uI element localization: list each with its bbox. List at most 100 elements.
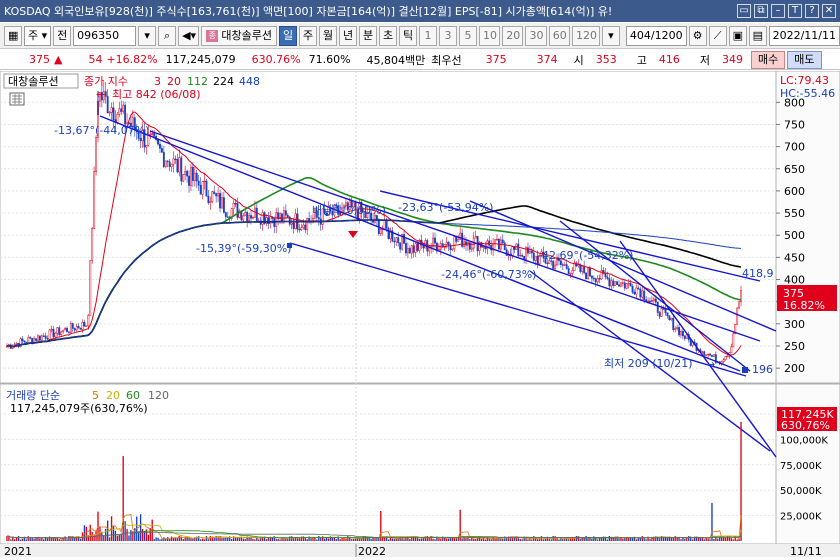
period-type-button[interactable]: 전 [53,25,72,46]
vol-ma-5: 5 [92,389,99,402]
restore-icon[interactable]: ⧉ [754,4,768,18]
candle-body [162,151,165,167]
draw-icon[interactable]: ⟋ [708,25,727,46]
count-value: 404 [629,28,651,42]
volume-bar [302,536,304,541]
unit-minute-button[interactable]: 분 [358,25,377,46]
volume-bar [184,537,186,541]
ma-label: 종가 지수 [84,75,128,88]
candle-body [738,301,741,309]
low-mark: 최저 209 (10/21) [604,357,693,370]
layout-icon[interactable]: ▦ [4,25,22,46]
stock-code-input[interactable]: 096350 [73,25,137,46]
candle-body [52,328,55,338]
grid-icon[interactable]: ▤ [748,25,767,46]
volume-bar [213,537,215,541]
speaker-icon[interactable]: ◀▾ [178,25,200,46]
volume-bar [717,538,719,541]
candle-body [197,180,200,186]
volume-bar [542,539,545,541]
x-label-2022: 2022 [358,545,386,557]
volume-bar [320,538,322,541]
volume-bar [198,536,200,541]
close-icon[interactable]: ✕ [822,4,836,18]
high-mark: 최고 842 (06/08) [112,88,201,101]
candle-body [405,243,407,254]
unit-week-button[interactable]: 주 [298,25,317,46]
candle-body [71,323,74,329]
window-icon[interactable]: ▭ [737,4,751,18]
volume-bar [403,539,405,541]
volume-bar [188,537,190,541]
sell-button[interactable]: 매도 [787,50,822,69]
chart-area[interactable]: 800750700650600550500450400350300250200 … [0,70,840,558]
candle-body [42,335,45,337]
candle-body [116,114,119,123]
volume-bar [277,538,279,541]
volume-bar [550,539,552,541]
candle-body [275,212,278,227]
interval-10-button[interactable]: 10 [478,25,501,46]
volume-bar [345,538,347,541]
candle-body [712,354,715,357]
unit-year-button[interactable]: 년 [338,25,357,46]
candle-body [383,220,386,230]
unit-day-button[interactable]: 일 [278,25,297,46]
chart-tools-icon[interactable]: ⚙ [688,25,707,46]
candle-body [234,203,237,205]
candle-body [618,284,620,287]
save-icon[interactable]: ▣ [728,25,747,46]
interval-dropdown[interactable]: ▾ [601,25,620,46]
interval-5-button[interactable]: 5 [458,25,477,46]
candle-body [29,337,32,339]
volume-bar [600,538,603,541]
annotation-a1: -13,67°(-44,07%) [54,124,149,137]
candle-body [594,278,597,283]
candle-body [298,228,301,231]
unit-month-button[interactable]: 월 [318,25,337,46]
date-input[interactable]: 2022/11/11 [768,25,840,46]
volume-bar [703,539,705,541]
candle-body [608,278,611,287]
volume-y-tick-label: 100,000K [780,435,828,446]
buy-button[interactable]: 매수 [751,50,786,69]
volume-bar [465,538,467,541]
stock-name: 대창솔루션 [221,28,272,42]
font-icon[interactable]: T [788,4,802,18]
candle-body [248,215,251,222]
volume-bar [473,538,475,541]
candle-body [269,216,272,224]
volume-bar [335,539,337,541]
unit-second-button[interactable]: 초 [378,25,397,46]
candle-body [530,250,533,254]
ask-value: 375 [485,53,507,66]
interval-30-button[interactable]: 30 [525,25,547,46]
volume-bar [291,536,293,541]
candle-body [641,290,644,298]
candle-body [83,322,86,327]
stock-type-icon: 종 [206,29,219,42]
interval-20-button[interactable]: 20 [502,25,524,46]
volume-bar [161,539,163,541]
search-icon[interactable]: ⌕ [158,25,177,46]
interval-1-button[interactable]: 1 [418,25,437,46]
volume-bar [112,525,115,541]
unit-tick-button[interactable]: 틱 [398,25,417,46]
stock-chart-svg[interactable]: 800750700650600550500450400350300250200 … [0,70,840,558]
candle-body [726,355,729,358]
help-icon[interactable]: ? [805,4,819,18]
interval-120-button[interactable]: 120 [572,25,600,46]
volume-bar [27,536,29,541]
minimize-icon[interactable]: – [771,4,785,18]
volume-bar [287,538,289,541]
candle-body [674,328,677,330]
candle-body [709,353,711,356]
candle-body [589,267,591,277]
candle-body [87,315,90,327]
count-input[interactable]: 404/1200 [625,25,687,46]
interval-3-button[interactable]: 3 [438,25,457,46]
interval-60-button[interactable]: 60 [548,25,571,46]
chevron-down-icon[interactable]: ▾ [138,25,157,46]
period-select[interactable]: 주 ▾ [24,25,52,46]
stock-name-box[interactable]: 종 대창솔루션 [201,25,277,46]
